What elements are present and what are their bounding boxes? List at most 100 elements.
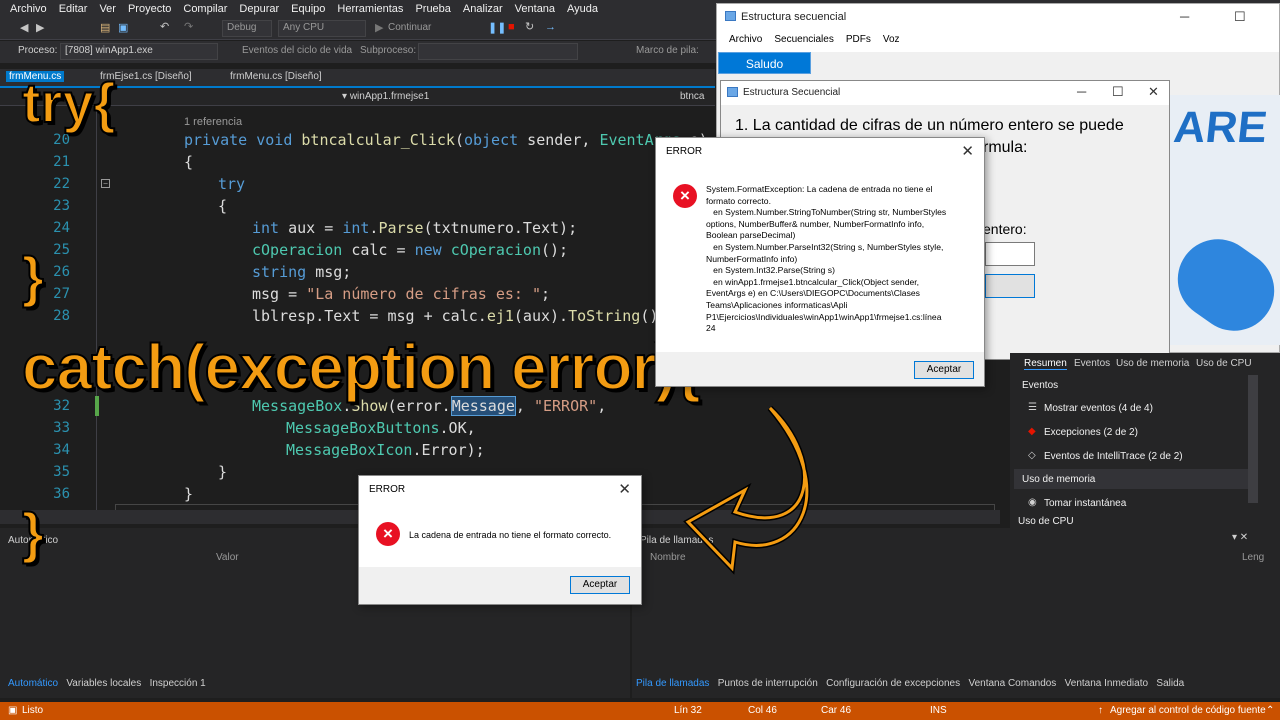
pin-icon[interactable]: ▾ ✕	[1232, 532, 1248, 543]
diagnostic-tools-panel: Resumen Eventos Uso de memoria Uso de CP…	[1010, 353, 1280, 528]
tab-variables-locales[interactable]: Variables locales	[66, 678, 141, 689]
curved-arrow-icon	[683, 405, 810, 575]
app-menu-pdfs[interactable]: PDFs	[840, 30, 877, 52]
line-number: 26	[53, 264, 70, 280]
code-line-26: string msg;	[252, 263, 352, 281]
tab-resumen[interactable]: Resumen	[1024, 358, 1067, 370]
menu-ver[interactable]: Ver	[93, 3, 122, 15]
menu-ayuda[interactable]: Ayuda	[561, 3, 604, 15]
autos-tabs: Automático Variables locales Inspección …	[8, 678, 206, 696]
calculate-button[interactable]	[985, 274, 1035, 298]
maximize-icon[interactable]: ☐	[1234, 9, 1246, 25]
tab-automatico[interactable]: Automático	[8, 678, 58, 689]
app-menu-secuenciales[interactable]: Secuenciales	[768, 30, 839, 52]
menu-equipo[interactable]: Equipo	[285, 3, 331, 15]
tab-ventana-inmediato[interactable]: Ventana Inmediato	[1065, 678, 1148, 689]
pause-icon[interactable]: ❚❚	[488, 21, 506, 34]
line-number: 36	[53, 486, 70, 502]
saludo-button[interactable]: Saludo	[718, 52, 811, 74]
tab-uso-cpu[interactable]: Uso de CPU	[1196, 358, 1252, 369]
lifecycle-events-button[interactable]: Eventos del ciclo de vida	[242, 45, 352, 56]
up-arrow-icon: ↑	[1098, 705, 1103, 716]
menu-herramientas[interactable]: Herramientas	[331, 3, 409, 15]
outline-margin	[96, 106, 97, 510]
forward-icon[interactable]: ▶	[36, 21, 44, 34]
continue-icon[interactable]: ▶	[375, 21, 383, 34]
secondary-window-title: Estructura Secuencial	[721, 81, 1169, 105]
show-next-statement-icon[interactable]: →	[545, 21, 556, 33]
background-image: ARE	[1162, 95, 1280, 347]
platform-select[interactable]: Any CPU	[278, 20, 366, 37]
tab-configuracion-excepciones[interactable]: Configuración de excepciones	[826, 678, 960, 689]
exceptions-item[interactable]: Excepciones (2 de 2)	[1044, 427, 1138, 438]
tab-uso-memoria[interactable]: Uso de memoria	[1116, 358, 1189, 369]
dialog-footer: Aceptar	[656, 352, 984, 386]
status-text: Listo	[22, 705, 44, 716]
config-select[interactable]: Debug	[222, 20, 272, 37]
app-menu-archivo[interactable]: Archivo	[723, 30, 768, 52]
close-icon[interactable]: ✕	[961, 142, 974, 160]
chevron-up-icon: ⌃	[1266, 705, 1275, 716]
back-icon[interactable]: ◀	[20, 21, 28, 34]
logo-letters: ARE	[1171, 103, 1270, 152]
tab-ventana-comandos[interactable]: Ventana Comandos	[968, 678, 1056, 689]
value-column-header[interactable]: Valor	[216, 552, 239, 563]
exercise-statement-line2: rmula:	[983, 139, 1028, 156]
dialog-title: ERROR	[369, 484, 406, 495]
tab-puntos-de-interrupcion[interactable]: Puntos de interrupción	[718, 678, 818, 689]
code-line-22: try	[218, 175, 246, 193]
method-dropdown[interactable]: btnca	[680, 91, 704, 102]
number-input[interactable]	[985, 242, 1035, 266]
close-icon[interactable]: ✕	[1148, 84, 1159, 100]
restart-icon[interactable]: ↻	[525, 20, 534, 33]
minimize-icon[interactable]: ─	[1077, 84, 1086, 99]
code-line-27: msg = "La número de cifras es: ";	[252, 285, 551, 303]
menu-depurar[interactable]: Depurar	[233, 3, 285, 15]
menu-prueba[interactable]: Prueba	[409, 3, 456, 15]
continue-button[interactable]: Continuar	[388, 22, 431, 33]
maximize-icon[interactable]: ☐	[1112, 84, 1124, 100]
take-snapshot-button[interactable]: Tomar instantánea	[1044, 498, 1126, 509]
status-insert-mode: INS	[930, 705, 947, 716]
add-to-source-control-button[interactable]: Agregar al control de código fuente	[1110, 705, 1266, 716]
tab-pila-de-llamadas[interactable]: Pila de llamadas	[636, 678, 709, 689]
member-dropdown[interactable]: ▾ winApp1.frmejse1	[342, 91, 429, 102]
code-line-23: {	[218, 197, 228, 215]
collapse-icon[interactable]: −	[101, 179, 110, 188]
accept-button[interactable]: Aceptar	[914, 361, 974, 379]
memory-section-header: Uso de memoria	[1022, 474, 1096, 485]
menu-editar[interactable]: Editar	[53, 3, 94, 15]
thread-select[interactable]	[418, 43, 578, 60]
minimize-icon[interactable]: ─	[1180, 9, 1189, 24]
menu-analizar[interactable]: Analizar	[457, 3, 509, 15]
menu-compilar[interactable]: Compilar	[177, 3, 233, 15]
tab-salida[interactable]: Salida	[1156, 678, 1184, 689]
overlay-catch-text: catch(exception error){	[21, 330, 702, 404]
code-line-21: {	[184, 153, 194, 171]
accept-button[interactable]: Aceptar	[570, 576, 630, 594]
tab-frmmenu-design[interactable]: frmMenu.cs [Diseño]	[230, 71, 322, 82]
code-line-24: int aux = int.Parse(txtnumero.Text);	[252, 219, 578, 237]
app-menu-voz[interactable]: Voz	[877, 30, 906, 52]
menu-proyecto[interactable]: Proyecto	[122, 3, 177, 15]
undo-icon[interactable]: ↶	[160, 20, 169, 33]
error-message: La cadena de entrada no tiene el formato…	[409, 530, 612, 540]
reference-count[interactable]: 1 referencia	[184, 116, 242, 128]
intellitrace-events-item[interactable]: Eventos de IntelliTrace (2 de 2)	[1044, 451, 1183, 462]
menu-ventana[interactable]: Ventana	[509, 3, 561, 15]
open-icon[interactable]: ▤	[100, 21, 110, 34]
language-column-header[interactable]: Leng	[1242, 552, 1264, 563]
number-label: entero:	[983, 221, 1027, 237]
diag-scrollbar[interactable]	[1248, 375, 1258, 503]
show-events-link[interactable]: Mostrar eventos (4 de 4)	[1044, 403, 1153, 414]
process-select[interactable]: [7808] winApp1.exe	[60, 43, 218, 60]
tab-eventos[interactable]: Eventos	[1074, 358, 1110, 369]
save-icon[interactable]: ▣	[118, 21, 128, 34]
stop-icon[interactable]: ■	[508, 21, 515, 33]
menu-archivo[interactable]: Archivo	[4, 3, 53, 15]
code-line-34: MessageBoxIcon.Error);	[286, 441, 485, 459]
tab-inspeccion-1[interactable]: Inspección 1	[150, 678, 206, 689]
error-icon: ×	[673, 184, 697, 208]
close-icon[interactable]: ✕	[618, 480, 631, 498]
redo-icon[interactable]: ↷	[184, 20, 193, 33]
